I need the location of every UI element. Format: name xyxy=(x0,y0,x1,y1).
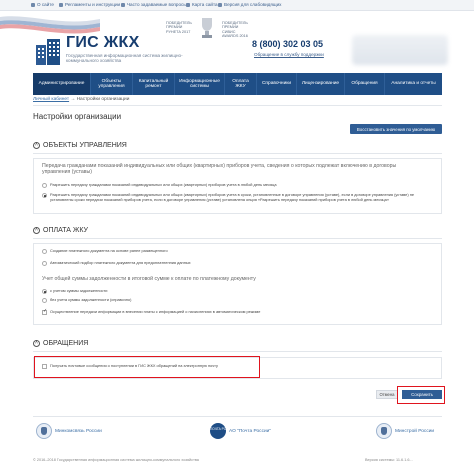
radio-button[interactable] xyxy=(42,249,47,254)
award-runet-2017: ПОБЕДИТЕЛЬ ПРЕМИИ РУНЕТА 2017 xyxy=(166,21,192,34)
page-title: Настройки организации xyxy=(33,112,122,121)
nav-item-info-systems[interactable]: Информационные системы xyxy=(175,73,225,95)
nav-item-payment[interactable]: Оплата ЖКУ xyxy=(225,73,257,95)
partner-minstroy[interactable]: Минстрой России xyxy=(376,423,434,439)
section-objects-header[interactable]: ˄ ОБЪЕКТЫ УПРАВЛЕНИЯ xyxy=(33,142,127,149)
radio-button-selected[interactable] xyxy=(42,193,47,198)
nav-item-appeals[interactable]: Обращения xyxy=(345,73,385,95)
section-appeals-title: ОБРАЩЕНИЯ xyxy=(43,340,89,347)
breadcrumb: Личный кабинет → Настройки организации xyxy=(33,97,129,102)
section-divider xyxy=(33,153,442,154)
topbar-link-faq[interactable]: Часто задаваемые вопросы xyxy=(121,2,187,7)
topbar-link-about[interactable]: О сайте xyxy=(31,2,54,7)
footer-divider xyxy=(33,416,442,417)
highlight-box-appeals xyxy=(34,356,260,378)
support-phone: 8 (800) 302 03 05 xyxy=(252,39,324,49)
payment-doc-option-from-previous[interactable]: Создание платежного документа на основе … xyxy=(42,248,432,254)
checkbox-checked[interactable] xyxy=(42,309,47,315)
debt-question: Учет общей суммы задолженности в итогово… xyxy=(42,276,256,282)
debt-option-with-debt[interactable]: с учетом суммы задолженности xyxy=(42,288,432,294)
breadcrumb-divider xyxy=(33,105,442,106)
support-link[interactable]: Обращение в службу поддержки xyxy=(254,52,324,57)
meter-option-any-day[interactable]: Разрешить передачу гражданами показаний … xyxy=(42,182,432,188)
award-civis-2016: ПОБЕДИТЕЛЬ ПРЕМИИ СИВИС AWARDS 2016 xyxy=(222,21,248,39)
coat-of-arms-icon xyxy=(376,423,392,439)
info-icon xyxy=(31,2,35,7)
payment-doc-option-auto[interactable]: Автоматический подбор платежного докумен… xyxy=(42,260,432,266)
radio-button-selected[interactable] xyxy=(42,289,47,294)
cancel-button[interactable]: Отмена xyxy=(376,390,398,399)
nav-item-licensing[interactable]: Лицензирование xyxy=(297,73,345,95)
system-version: Версия системы: 11.6.1.6... xyxy=(365,458,413,462)
logo-subtitle: Государственная информационная система ж… xyxy=(66,53,183,64)
eye-icon xyxy=(218,2,222,7)
sitemap-icon xyxy=(186,2,190,7)
site-header: ГИС ЖКХ Государственная информационная с… xyxy=(0,11,474,73)
russian-post-logo: ПОЧТА РОССИИ xyxy=(210,423,235,439)
partner-russian-post[interactable]: ПОЧТА РОССИИ АО "Почта России" xyxy=(210,423,271,439)
meter-readings-question: Передача гражданами показаний индивидуал… xyxy=(42,163,397,176)
topbar-link-sitemap[interactable]: Карта сайта xyxy=(186,2,218,7)
section-appeals-header[interactable]: ˄ ОБРАЩЕНИЯ xyxy=(33,340,88,347)
section-payment-title: ОПЛАТА ЖКУ xyxy=(43,227,88,234)
section-divider xyxy=(33,238,442,239)
trophy-icon xyxy=(202,18,212,38)
breadcrumb-separator: → xyxy=(70,97,76,102)
topbar-link-accessibility[interactable]: Версия для слабовидящих xyxy=(218,2,281,7)
breadcrumb-current: Настройки организации xyxy=(76,97,130,102)
radio-button[interactable] xyxy=(42,183,47,188)
radio-button[interactable] xyxy=(42,261,47,266)
nav-item-administration[interactable]: Администрирование xyxy=(33,73,91,95)
section-objects-title: ОБЪЕКТЫ УПРАВЛЕНИЯ xyxy=(43,142,127,149)
page: О сайте Регламенты и инструкции Часто за… xyxy=(0,0,474,472)
chevron-up-icon: ˄ xyxy=(33,340,40,347)
nav-item-capital-repair[interactable]: Капитальный ремонт xyxy=(133,73,175,95)
coat-of-arms-icon xyxy=(36,423,52,439)
topbar-link-regulations[interactable]: Регламенты и инструкции xyxy=(59,2,120,7)
nav-item-management-objects[interactable]: Объекты управления xyxy=(91,73,133,95)
radio-button[interactable] xyxy=(42,298,47,303)
chevron-up-icon: ˄ xyxy=(33,142,40,149)
question-icon xyxy=(121,2,125,7)
top-utility-bar: О сайте Регламенты и инструкции Часто за… xyxy=(0,0,474,11)
section-divider xyxy=(33,351,442,352)
partner-minkomsvyaz[interactable]: Минкомсвязь России xyxy=(36,423,102,439)
reset-defaults-button[interactable]: Восстановить значения по умолчанию xyxy=(350,124,442,134)
document-icon xyxy=(59,2,63,7)
debt-option-without-debt[interactable]: без учета суммы задолженности (справочно… xyxy=(42,297,432,303)
auto-transfer-checkbox-row[interactable]: Осуществление передачи информации в внес… xyxy=(42,309,432,315)
breadcrumb-home[interactable]: Личный кабинет xyxy=(33,97,69,102)
building-logo-icon xyxy=(36,39,60,65)
meter-option-contract-terms[interactable]: Разрешить передачу гражданами показаний … xyxy=(42,192,432,203)
main-nav: Администрирование Объекты управления Кап… xyxy=(33,73,442,95)
chevron-up-icon: ˄ xyxy=(33,227,40,234)
copyright: © 2016–2018 Государственная информационн… xyxy=(33,458,199,462)
blurred-user-info xyxy=(352,35,448,65)
nav-item-analytics[interactable]: Аналитика и отчеты xyxy=(385,73,442,95)
highlight-box-save xyxy=(397,386,445,404)
section-payment-header[interactable]: ˄ ОПЛАТА ЖКУ xyxy=(33,227,88,234)
nav-item-directories[interactable]: Справочники xyxy=(257,73,297,95)
logo-title[interactable]: ГИС ЖКХ xyxy=(66,34,140,52)
